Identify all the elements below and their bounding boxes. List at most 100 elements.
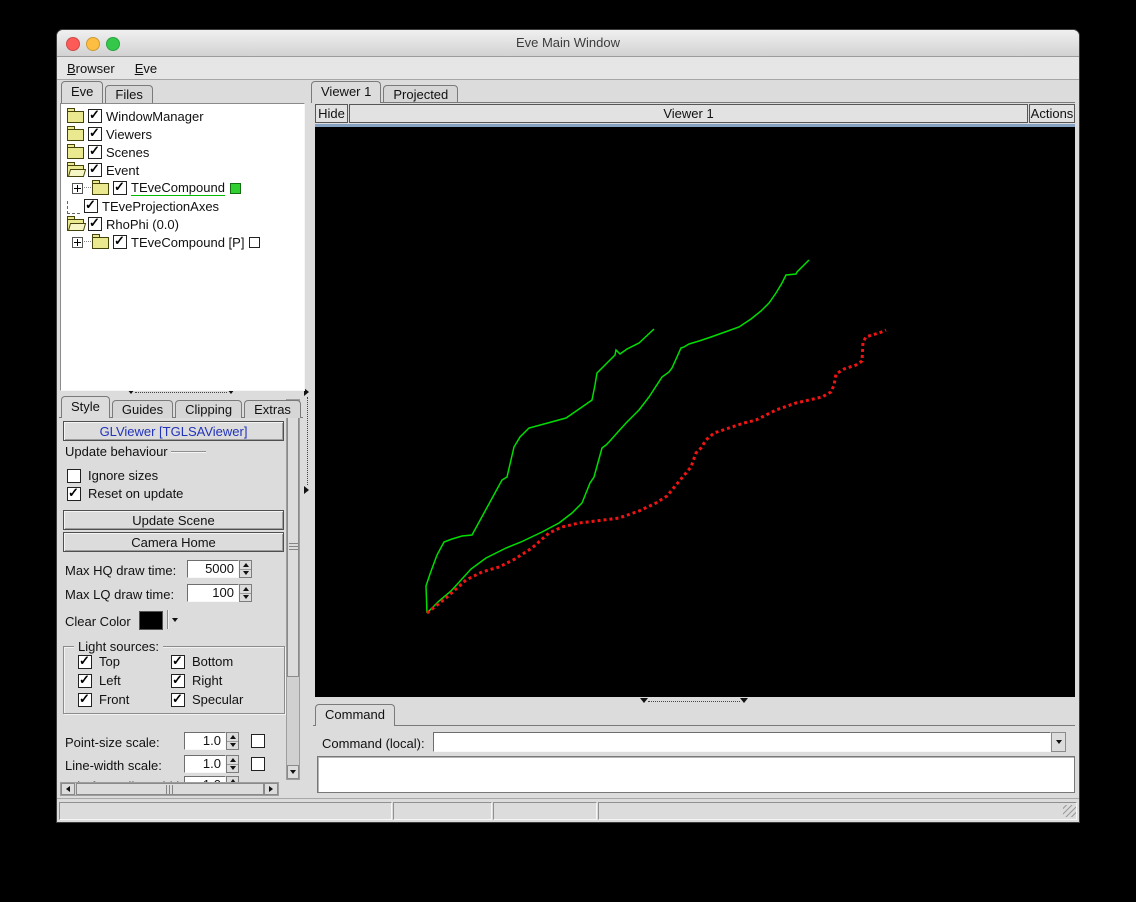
tree-item-tevecompound[interactable]: TEveCompound (61, 179, 304, 197)
track-canvas (425, 259, 887, 615)
checkbox-icon[interactable] (171, 672, 185, 688)
color-dropdown-icon[interactable] (172, 618, 178, 622)
tree-item-checkbox[interactable] (88, 215, 102, 231)
menu-bar: Browser Eve (57, 57, 1079, 80)
splitter-collapse-icon[interactable] (640, 698, 648, 703)
spin-down-icon[interactable] (227, 742, 238, 750)
point-size-checkbox[interactable] (251, 734, 265, 748)
expand-icon[interactable] (72, 182, 83, 194)
spin-down-icon[interactable] (240, 594, 251, 602)
style-vertical-scrollbar[interactable] (286, 399, 300, 780)
splitter-collapse-icon[interactable] (740, 698, 748, 703)
line-width-input[interactable]: 1.0 (184, 755, 226, 773)
light-left-checkbox[interactable]: Left (78, 672, 121, 688)
scroll-down-icon[interactable] (287, 765, 299, 779)
spin-up-icon[interactable] (240, 561, 251, 570)
viewer-title-bar[interactable]: Viewer 1 (349, 104, 1028, 123)
checkbox-icon[interactable] (67, 485, 81, 501)
line-width-checkbox[interactable] (251, 757, 265, 771)
checkbox-icon[interactable] (78, 672, 92, 688)
light-right-checkbox[interactable]: Right (171, 672, 222, 688)
tree-item-teveprojectionaxes[interactable]: TEveProjectionAxes (61, 197, 304, 215)
tab-eve[interactable]: Eve (61, 81, 104, 103)
command-input[interactable] (433, 732, 1051, 752)
light-specular-checkbox[interactable]: Specular (171, 691, 244, 707)
tree-item-rhophi[interactable]: RhoPhi (0.0) (61, 215, 304, 233)
spin-down-icon[interactable] (227, 765, 238, 773)
command-dropdown-icon[interactable] (1051, 732, 1066, 752)
menu-browser[interactable]: Browser (57, 61, 125, 76)
tree-item-checkbox[interactable] (88, 143, 102, 159)
light-bottom-checkbox[interactable]: Bottom (171, 653, 233, 669)
command-output[interactable] (317, 756, 1075, 793)
ignore-sizes-checkbox[interactable]: Ignore sizes (67, 468, 158, 483)
camera-home-button[interactable]: Camera Home (63, 532, 284, 552)
green-track-right (426, 259, 810, 614)
tree-item-checkbox[interactable] (113, 233, 127, 249)
tab-clipping[interactable]: Clipping (175, 400, 243, 418)
line-width-spinner[interactable] (226, 755, 239, 773)
light-front-checkbox[interactable]: Front (78, 691, 130, 707)
tab-command[interactable]: Command (315, 704, 395, 726)
tree-item-checkbox[interactable] (88, 125, 102, 141)
spin-up-icon[interactable] (227, 733, 238, 742)
tree-item-viewers[interactable]: Viewers (61, 125, 304, 143)
max-hq-input[interactable]: 5000 (187, 560, 239, 578)
tree-connector (84, 187, 91, 189)
tree-item-label: Event (106, 162, 140, 178)
point-size-spinner[interactable] (226, 732, 239, 750)
tree-item-checkbox[interactable] (88, 107, 102, 123)
checkbox-label: Reset on update (88, 486, 184, 501)
checkbox-label: Front (99, 692, 130, 707)
scrollbar-thumb[interactable] (76, 783, 264, 795)
tree-item-windowmanager[interactable]: WindowManager (61, 107, 304, 125)
update-scene-button[interactable]: Update Scene (63, 510, 284, 530)
splitter-collapse-icon[interactable] (304, 486, 309, 494)
gl-viewport[interactable] (315, 124, 1075, 697)
checkbox-label: Specular (192, 692, 244, 707)
tree-item-label: Viewers (106, 126, 153, 142)
tree-item-tevecompound-p[interactable]: TEveCompound [P] (61, 233, 304, 251)
tree-item-scenes[interactable]: Scenes (61, 143, 304, 161)
actions-button[interactable]: Actions (1029, 104, 1075, 123)
scrollbar-thumb[interactable] (287, 415, 299, 677)
scroll-right-icon[interactable] (264, 783, 278, 795)
point-size-input[interactable]: 1.0 (184, 732, 226, 750)
max-lq-spinner[interactable] (239, 584, 252, 602)
menu-eve[interactable]: Eve (125, 61, 167, 76)
expand-icon[interactable] (72, 236, 83, 248)
checkbox-icon[interactable] (78, 691, 92, 707)
folder-icon (67, 126, 84, 141)
tree-item-checkbox[interactable] (113, 179, 127, 195)
checkbox-icon[interactable] (78, 653, 92, 669)
light-top-checkbox[interactable]: Top (78, 653, 120, 669)
tree-item-checkbox[interactable] (88, 161, 102, 177)
reset-on-update-checkbox[interactable]: Reset on update (67, 485, 184, 501)
scroll-left-icon[interactable] (61, 783, 75, 795)
tab-projected[interactable]: Projected (383, 85, 459, 103)
folder-open-icon (67, 216, 84, 231)
style-horizontal-scrollbar[interactable] (60, 782, 279, 796)
tab-viewer-1[interactable]: Viewer 1 (311, 81, 382, 103)
checkbox-icon[interactable] (67, 468, 81, 483)
style-panel: GLViewer [TGLSAViewer] Update behaviour … (59, 417, 303, 798)
spin-down-icon[interactable] (240, 570, 251, 578)
tab-files[interactable]: Files (105, 85, 153, 103)
tab-guides[interactable]: Guides (111, 400, 174, 418)
max-lq-input[interactable]: 100 (187, 584, 239, 602)
tree-item-event[interactable]: Event (61, 161, 304, 179)
checkbox-icon[interactable] (171, 691, 185, 707)
tab-extras[interactable]: Extras (244, 400, 301, 418)
left-tabs: Eve Files (61, 81, 155, 103)
tree-item-checkbox[interactable] (84, 197, 98, 213)
checkbox-icon[interactable] (171, 653, 185, 669)
glviewer-button[interactable]: GLViewer [TGLSAViewer] (63, 421, 284, 441)
title-bar[interactable]: Eve Main Window (57, 30, 1079, 57)
clear-color-swatch[interactable] (139, 611, 163, 630)
hide-button[interactable]: Hide (315, 104, 348, 123)
spin-up-icon[interactable] (240, 585, 251, 594)
spin-up-icon[interactable] (227, 756, 238, 765)
resize-grip-icon[interactable] (1063, 805, 1076, 817)
tab-style[interactable]: Style (61, 396, 110, 418)
max-hq-spinner[interactable] (239, 560, 252, 578)
